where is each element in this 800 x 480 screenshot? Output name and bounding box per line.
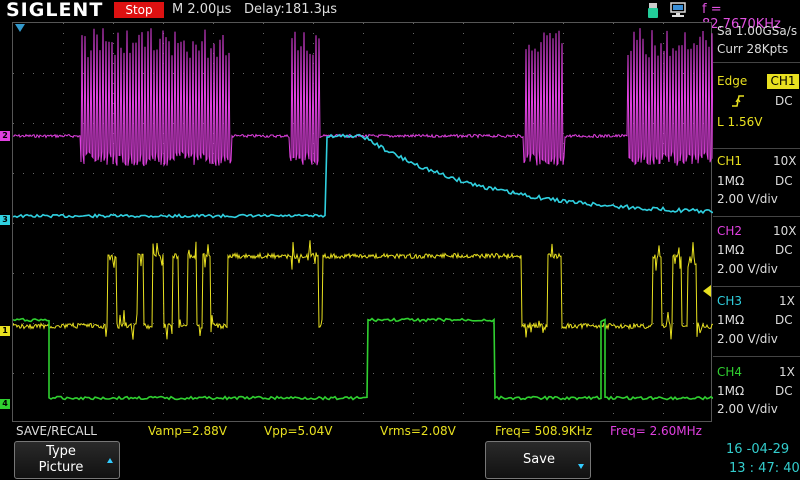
ch2-probe: 10X [773,224,797,238]
save-button-label: Save [523,452,555,467]
timebase-readout: M 2.00μs [172,2,232,17]
ch1-impedance: 1MΩ [717,174,745,188]
save-button[interactable]: Save [485,441,591,479]
freq1-measurement: Freq= 508.9KHz [495,424,593,438]
measurement-bar: SAVE/RECALL Vamp=2.88V Vpp=5.04V Vrms=2.… [0,422,800,440]
usb-icon [648,3,658,18]
run-state-badge[interactable]: Stop [114,2,164,18]
ch1-coupling: DC [775,174,793,188]
ch2-impedance: 1MΩ [717,243,745,257]
trigger-coupling: DC [775,94,793,108]
chevron-up-icon [107,458,113,463]
ch1-probe: 10X [773,154,797,168]
trigger-level-marker[interactable] [703,285,711,297]
ch4-ground-marker[interactable]: 4 [0,399,10,409]
type-softkey[interactable]: Type Picture [14,441,120,479]
right-info-panel: Sa 1.00GSa/s Curr 28Kpts Edge CH1 DC L 1… [713,22,800,422]
divider [713,62,800,63]
time-display: 13 : 47: 40 [729,461,800,476]
ch4-impedance: 1MΩ [717,384,745,398]
ch3-ground-marker[interactable]: 3 [0,215,10,225]
ch4-name: CH4 [717,365,743,379]
ch2-trace [13,28,713,167]
ch3-name: CH3 [717,294,743,308]
ch2-name: CH2 [717,224,743,238]
ch3-impedance: 1MΩ [717,313,745,327]
ch1-name: CH1 [717,154,743,168]
divider [713,216,800,217]
type-softkey-value: Picture [38,460,84,475]
rising-edge-icon [732,95,744,107]
divider [713,286,800,287]
trigger-source-badge[interactable]: CH1 [767,74,799,89]
ch3-scale: 2.00 V/div [717,332,778,346]
ch4-scale: 2.00 V/div [717,402,778,416]
sample-rate: Sa 1.00GSa/s [717,24,798,38]
menu-title: SAVE/RECALL [16,424,97,438]
top-status-bar: SIGLENT Stop M 2.00μs Delay:181.3μs f = … [0,0,800,32]
ch3-coupling: DC [775,313,793,327]
ch1-ground-marker[interactable]: 1 [0,326,10,336]
delay-readout: Delay:181.3μs [244,2,337,17]
ch2-coupling: DC [775,243,793,257]
ch1-scale: 2.00 V/div [717,192,778,206]
freq2-measurement: Freq= 2.60MHz [610,424,702,438]
ch1-trace [13,240,713,340]
waveform-traces [13,28,713,401]
divider [713,148,800,149]
memory-depth: Curr 28Kpts [717,42,789,56]
ch3-trace [13,133,713,219]
chevron-down-icon [578,464,584,469]
trigger-level: L 1.56V [717,115,763,129]
trigger-type: Edge [717,74,748,88]
ch2-ground-marker[interactable]: 2 [0,131,10,141]
waveform-display[interactable] [12,22,713,422]
trigger-position-marker[interactable] [15,24,25,32]
ch4-probe: 1X [779,365,795,379]
ch4-coupling: DC [775,384,793,398]
date-display: 16 -04-29 [726,442,790,457]
type-softkey-label: Type [46,444,76,459]
vrms-measurement: Vrms=2.08V [380,424,456,438]
divider [713,356,800,357]
lan-icon [670,2,686,17]
ch4-trace [13,317,713,401]
ch3-probe: 1X [779,294,795,308]
brand-logo: SIGLENT [6,0,104,21]
vamp-measurement: Vamp=2.88V [148,424,227,438]
ch2-scale: 2.00 V/div [717,262,778,276]
vpp-measurement: Vpp=5.04V [264,424,333,438]
